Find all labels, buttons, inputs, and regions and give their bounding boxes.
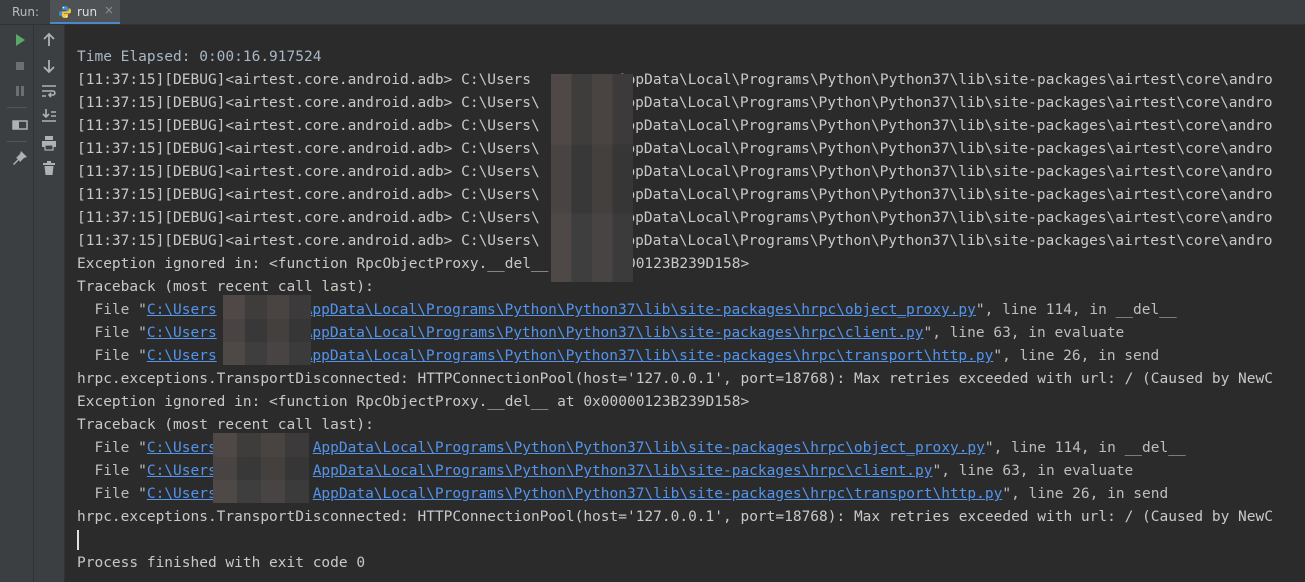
redacted-username-blur	[223, 295, 311, 365]
tab-run[interactable]: run ×	[50, 0, 120, 24]
frame-prefix: File "	[77, 302, 147, 318]
debug-line-suffix: AppData\Local\Programs\Python\Python37\l…	[617, 95, 1273, 111]
debug-line-separator: \	[530, 233, 540, 249]
debug-line-suffix: AppData\Local\Programs\Python\Python37\l…	[617, 233, 1273, 249]
layout-icon[interactable]	[11, 116, 29, 134]
arrow-down-icon[interactable]	[40, 57, 58, 75]
tab-run-label: run	[77, 5, 98, 19]
file-path-end: AppData\Local\Programs\Python\Python37\l…	[312, 486, 1003, 502]
debug-line-prefix: [11:37:15][DEBUG]<airtest.core.android.a…	[77, 164, 531, 180]
debug-line-separator: \	[530, 210, 540, 226]
frame-location: ", line 26, in send	[1002, 486, 1169, 502]
frame-prefix: File "	[77, 463, 147, 479]
console-output[interactable]: Time Elapsed: 0:00:16.917524 [11:37:15][…	[65, 25, 1305, 582]
close-icon[interactable]: ×	[104, 3, 114, 17]
debug-line-separator: \	[530, 118, 540, 134]
file-path-start: C:\Users	[146, 325, 217, 341]
file-path-start: C:\Users	[146, 463, 217, 479]
scroll-to-end-icon[interactable]	[40, 107, 58, 125]
soft-wrap-icon[interactable]	[40, 82, 58, 100]
python-icon	[59, 6, 71, 18]
debug-line-prefix: [11:37:15][DEBUG]<airtest.core.android.a…	[77, 118, 531, 134]
debug-line: [11:37:15][DEBUG]<airtest.core.android.a…	[77, 138, 1272, 161]
stop-icon[interactable]	[11, 57, 29, 75]
pause-icon[interactable]	[11, 82, 29, 100]
frame-location: ", line 114, in __del__	[984, 440, 1186, 456]
debug-line: [11:37:15][DEBUG]<airtest.core.android.a…	[77, 92, 1272, 115]
frame-prefix: File "	[77, 440, 147, 456]
elapsed-line: Time Elapsed: 0:00:16.917524	[77, 49, 322, 65]
exit-line: Process finished with exit code 0	[77, 555, 366, 571]
debug-line-separator: \	[530, 141, 540, 157]
run-icon[interactable]	[11, 31, 29, 49]
run-tool-window-header: Run: run ×	[0, 0, 1305, 25]
debug-line-suffix: AppData\Local\Programs\Python\Python37\l…	[617, 72, 1273, 88]
frame-prefix: File "	[77, 325, 147, 341]
frame-location: ", line 114, in __del__	[975, 302, 1177, 318]
debug-line-prefix: [11:37:15][DEBUG]<airtest.core.android.a…	[77, 210, 531, 226]
debug-line: [11:37:15][DEBUG]<airtest.core.android.a…	[77, 161, 1272, 184]
debug-line-prefix: [11:37:15][DEBUG]<airtest.core.android.a…	[77, 141, 531, 157]
file-path-start: C:\Users	[146, 348, 217, 364]
debug-line-prefix: [11:37:15][DEBUG]<airtest.core.android.a…	[77, 187, 531, 203]
frame-location: ", line 63, in evaluate	[932, 463, 1134, 479]
debug-line-suffix: AppData\Local\Programs\Python\Python37\l…	[617, 187, 1273, 203]
error-line: hrpc.exceptions.TransportDisconnected: H…	[77, 371, 1273, 387]
debug-line-prefix: [11:37:15][DEBUG]<airtest.core.android.a…	[77, 95, 531, 111]
pin-icon[interactable]	[11, 149, 29, 167]
file-path-start: C:\Users	[146, 440, 217, 456]
debug-line-prefix: [11:37:15][DEBUG]<airtest.core.android.a…	[77, 233, 531, 249]
exception-line: Exception ignored in: <function RpcObjec…	[77, 256, 750, 272]
debug-line-separator: \	[530, 164, 540, 180]
trash-icon[interactable]	[40, 159, 58, 177]
debug-line-prefix: [11:37:15][DEBUG]<airtest.core.android.a…	[77, 72, 531, 88]
text-cursor	[77, 530, 79, 550]
toolbar-divider	[33, 25, 34, 582]
debug-line: [11:37:15][DEBUG]<airtest.core.android.a…	[77, 230, 1272, 253]
debug-line: [11:37:15][DEBUG]<airtest.core.android.a…	[77, 115, 1272, 138]
frame-location: ", line 63, in evaluate	[923, 325, 1125, 341]
debug-line-suffix: AppData\Local\Programs\Python\Python37\l…	[617, 118, 1273, 134]
debug-line-separator: \	[530, 95, 540, 111]
error-line: hrpc.exceptions.TransportDisconnected: H…	[77, 509, 1273, 525]
debug-line-separator: \	[530, 187, 540, 203]
frame-prefix: File "	[77, 486, 147, 502]
redacted-username-blur	[551, 74, 633, 282]
file-path-end: AppData\Local\Programs\Python\Python37\l…	[303, 348, 994, 364]
frame-location: ", line 26, in send	[993, 348, 1160, 364]
redacted-username-blur	[213, 433, 309, 503]
file-path-end: AppData\Local\Programs\Python\Python37\l…	[303, 325, 924, 341]
print-icon[interactable]	[40, 134, 58, 152]
exception-line: Exception ignored in: <function RpcObjec…	[77, 394, 750, 410]
file-path-start: C:\Users	[146, 302, 217, 318]
debug-line-suffix: AppData\Local\Programs\Python\Python37\l…	[617, 164, 1273, 180]
debug-line-suffix: AppData\Local\Programs\Python\Python37\l…	[617, 141, 1273, 157]
debug-line-suffix: AppData\Local\Programs\Python\Python37\l…	[617, 210, 1273, 226]
frame-prefix: File "	[77, 348, 147, 364]
toolbar-separator	[7, 141, 27, 142]
debug-line: [11:37:15][DEBUG]<airtest.core.android.a…	[77, 184, 1272, 207]
file-path-end: AppData\Local\Programs\Python\Python37\l…	[312, 440, 985, 456]
debug-line: [11:37:15][DEBUG]<airtest.core.android.a…	[77, 69, 1273, 92]
toolbar-separator	[7, 107, 27, 108]
file-path-end: AppData\Local\Programs\Python\Python37\l…	[312, 463, 933, 479]
arrow-up-icon[interactable]	[40, 31, 58, 49]
file-path-end: AppData\Local\Programs\Python\Python37\l…	[303, 302, 976, 318]
run-label: Run:	[12, 5, 40, 19]
debug-line: [11:37:15][DEBUG]<airtest.core.android.a…	[77, 207, 1272, 230]
file-path-start: C:\Users	[146, 486, 217, 502]
